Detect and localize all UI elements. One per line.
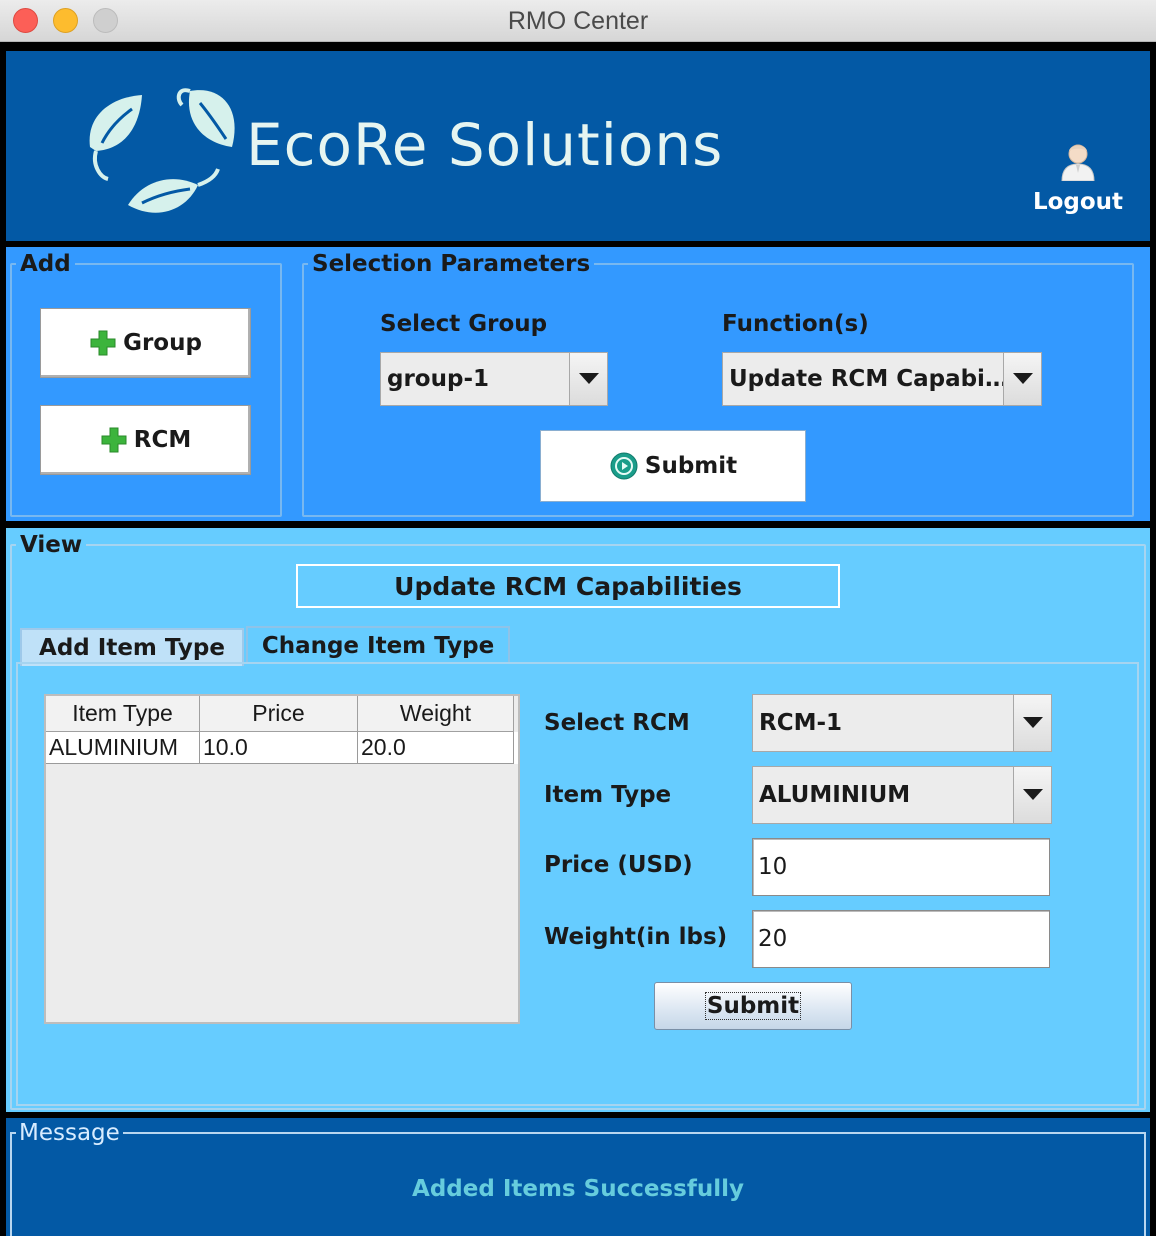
chevron-down-icon[interactable]: [1003, 353, 1041, 405]
rcm-select-value: RCM-1: [759, 710, 843, 736]
add-panel: Add: [10, 251, 282, 517]
add-panel-legend: Add: [20, 251, 71, 277]
table-header: Item Type Price Weight: [46, 696, 518, 732]
item-type-select-value: ALUMINIUM: [759, 782, 911, 808]
view-panel: View Update RCM Capabilities Add Item Ty…: [6, 528, 1150, 1112]
add-item-submit-label: Submit: [704, 992, 802, 1020]
item-type-table[interactable]: Item Type Price Weight ALUMINIUM 10.0 20…: [44, 694, 520, 1024]
selection-submit-button[interactable]: Submit: [540, 430, 806, 502]
window-title: RMO Center: [507, 7, 649, 35]
chevron-down-icon[interactable]: [1013, 767, 1051, 823]
functions-label: Function(s): [722, 311, 869, 337]
message-legend: Message: [19, 1120, 120, 1146]
play-icon: [610, 452, 638, 480]
user-icon: [1061, 144, 1095, 181]
selection-parameters-legend: Selection Parameters: [312, 251, 591, 277]
table-cell[interactable]: 10.0: [200, 732, 358, 764]
column-header-item-type[interactable]: Item Type: [46, 696, 200, 732]
add-item-submit-button[interactable]: Submit: [654, 982, 852, 1030]
column-header-weight[interactable]: Weight: [358, 696, 514, 732]
logout-button[interactable]: Logout: [1018, 141, 1138, 215]
chevron-down-icon[interactable]: [569, 353, 607, 405]
company-name: EcoRe Solutions: [246, 111, 724, 179]
item-type-label: Item Type: [544, 782, 672, 808]
group-select[interactable]: group-1: [380, 352, 608, 406]
weight-input[interactable]: 20: [752, 910, 1050, 968]
table-cell[interactable]: 20.0: [358, 732, 514, 764]
window-titlebar: RMO Center: [0, 0, 1156, 42]
function-select[interactable]: Update RCM Capabi…: [722, 352, 1042, 406]
status-message: Added Items Successfully: [412, 1176, 744, 1202]
add-group-label: Group: [123, 330, 202, 356]
leaves-logo-icon: [89, 88, 235, 213]
add-group-button[interactable]: Group: [40, 308, 251, 378]
chevron-down-icon[interactable]: [1013, 695, 1051, 751]
app-header: EcoRe Solutions Logout: [6, 51, 1150, 241]
view-legend: View: [20, 532, 83, 558]
weight-label: Weight(in lbs): [544, 924, 728, 950]
selection-submit-label: Submit: [644, 453, 738, 479]
controls-row: Add Group RCM Selection Parameters Selec…: [6, 247, 1150, 521]
rcm-select[interactable]: RCM-1: [752, 694, 1052, 752]
table-row[interactable]: ALUMINIUM 10.0 20.0: [46, 732, 518, 764]
select-rcm-label: Select RCM: [544, 710, 690, 736]
logout-label: Logout: [1032, 189, 1124, 215]
price-input[interactable]: 10: [752, 838, 1050, 896]
function-select-value: Update RCM Capabi…: [729, 366, 1003, 392]
table-cell[interactable]: ALUMINIUM: [46, 732, 200, 764]
tab-panel: Item Type Price Weight ALUMINIUM 10.0 20…: [16, 662, 1139, 1106]
tab-change-item-type[interactable]: Change Item Type: [246, 626, 510, 664]
price-label: Price (USD): [544, 852, 693, 878]
add-rcm-label: RCM: [133, 427, 192, 453]
group-select-value: group-1: [387, 366, 489, 392]
column-header-price[interactable]: Price: [200, 696, 358, 732]
plus-icon: [90, 330, 116, 356]
plus-icon: [101, 427, 127, 453]
add-rcm-button[interactable]: RCM: [40, 405, 251, 475]
select-group-label: Select Group: [380, 311, 548, 337]
message-panel: Message Added Items Successfully: [6, 1118, 1150, 1236]
view-title: Update RCM Capabilities: [296, 564, 840, 608]
tab-add-item-type[interactable]: Add Item Type: [20, 628, 244, 666]
item-type-select[interactable]: ALUMINIUM: [752, 766, 1052, 824]
